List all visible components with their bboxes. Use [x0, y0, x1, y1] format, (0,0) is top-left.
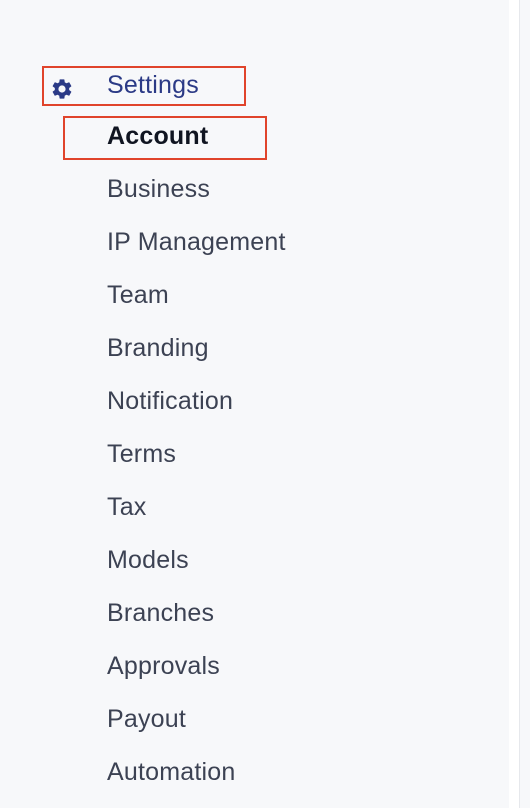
sidebar-item-models[interactable]: Models	[107, 545, 189, 575]
sidebar-item-approvals[interactable]: Approvals	[107, 651, 220, 681]
sidebar-item-tax[interactable]: Tax	[107, 492, 147, 522]
gear-icon	[52, 79, 72, 99]
sidebar-item-team[interactable]: Team	[107, 280, 169, 310]
sidebar-item-branches[interactable]: Branches	[107, 598, 214, 628]
settings-section-header[interactable]: Settings	[42, 66, 246, 106]
sidebar-item-terms[interactable]: Terms	[107, 439, 176, 469]
settings-section-label: Settings	[107, 71, 199, 99]
sidebar-item-account[interactable]: Account	[107, 121, 208, 151]
sidebar-item-business[interactable]: Business	[107, 174, 210, 204]
sidebar-item-automation[interactable]: Automation	[107, 757, 235, 787]
sidebar-item-notification[interactable]: Notification	[107, 386, 233, 416]
sidebar-item-payout[interactable]: Payout	[107, 704, 186, 734]
sidebar-item-branding[interactable]: Branding	[107, 333, 209, 363]
settings-sidebar: Settings Account Business IP Management …	[0, 0, 520, 808]
sidebar-item-ip-management[interactable]: IP Management	[107, 227, 286, 257]
content-edge	[509, 0, 519, 808]
